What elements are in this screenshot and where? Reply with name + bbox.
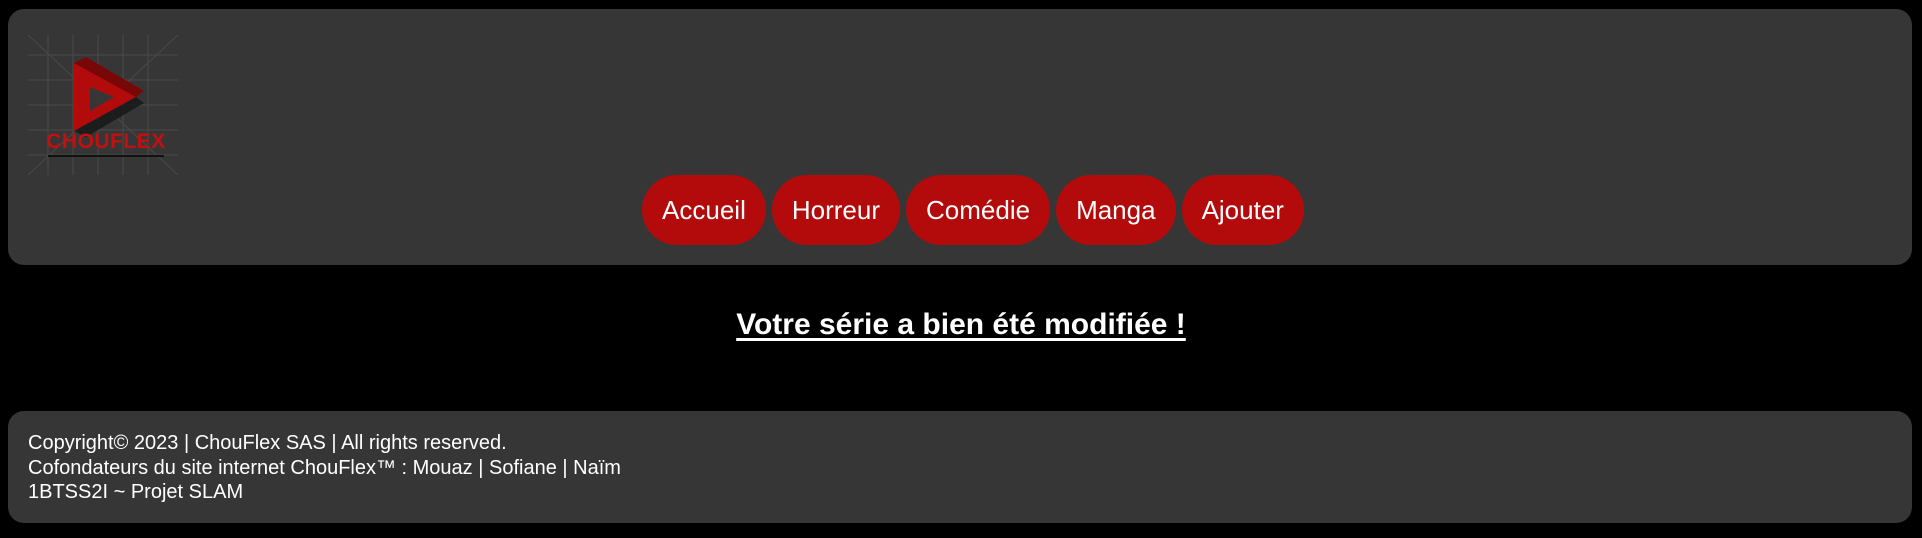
nav-comedie-button[interactable]: Comédie bbox=[906, 175, 1051, 245]
chouflex-logo[interactable]: CHOUFLEX bbox=[27, 34, 179, 176]
nav-ajouter-button[interactable]: Ajouter bbox=[1181, 175, 1304, 245]
nav-horreur-button[interactable]: Horreur bbox=[771, 175, 900, 245]
page: CHOUFLEX Accueil Horreur Comédie Manga A… bbox=[0, 0, 1922, 538]
footer-founders: Cofondateurs du site internet ChouFlex™ … bbox=[28, 456, 621, 479]
nav-manga-button[interactable]: Manga bbox=[1056, 175, 1176, 245]
footer-project: 1BTSS2I ~ Projet SLAM bbox=[28, 481, 244, 503]
main-nav: Accueil Horreur Comédie Manga Ajouter bbox=[8, 175, 1912, 245]
nav-accueil-button[interactable]: Accueil bbox=[642, 175, 766, 245]
header: CHOUFLEX Accueil Horreur Comédie Manga A… bbox=[8, 9, 1912, 265]
chouflex-logo-icon: CHOUFLEX bbox=[27, 34, 179, 176]
confirmation-message: Votre série a bien été modifiée ! bbox=[736, 308, 1186, 341]
footer-copyright: Copyright© 2023 | ChouFlex SAS | All rig… bbox=[28, 432, 507, 454]
logo-wordmark: CHOUFLEX bbox=[46, 130, 166, 153]
footer: Copyright© 2023 | ChouFlex SAS | All rig… bbox=[8, 411, 1912, 523]
